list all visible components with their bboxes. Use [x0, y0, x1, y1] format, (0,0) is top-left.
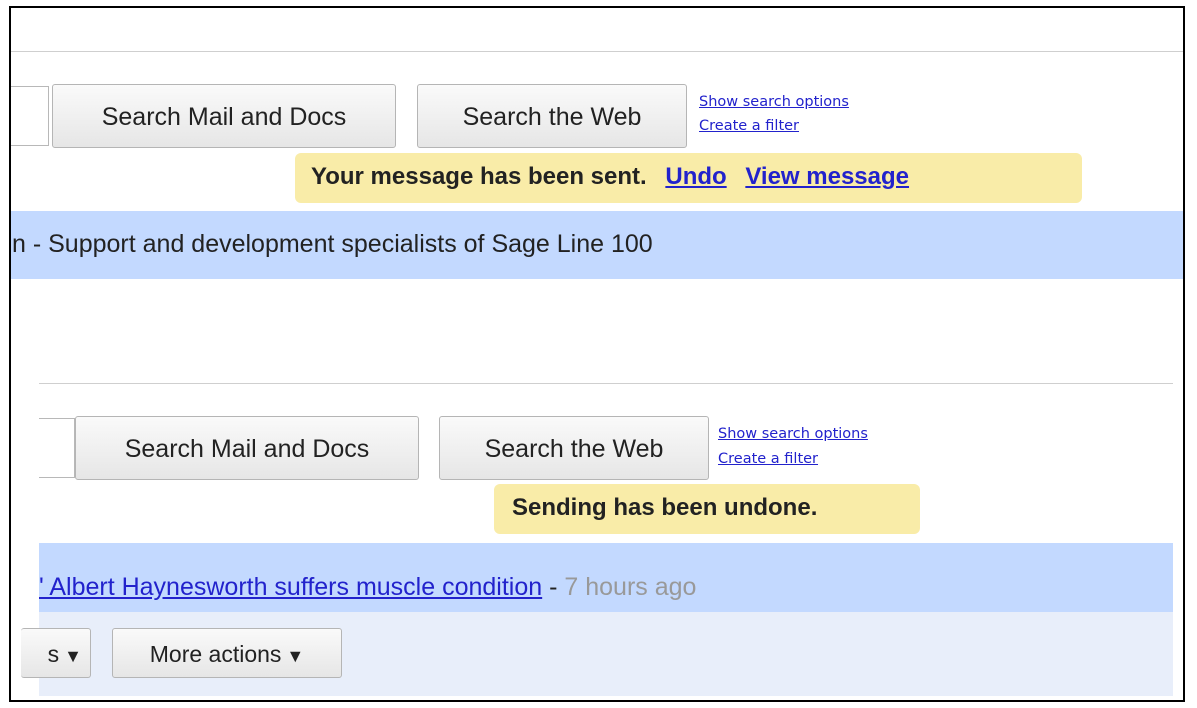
message-row-bottom-text: ' Albert Haynesworth suffers muscle cond…	[39, 573, 696, 602]
bottom-divider	[39, 383, 1173, 384]
screenshot-frame: Search Mail and Docs Search the Web Show…	[9, 6, 1185, 702]
create-filter-link-top[interactable]: Create a filter	[699, 116, 799, 137]
partial-dropdown-label: s	[47, 641, 60, 667]
search-web-button-top[interactable]: Search the Web	[417, 84, 687, 148]
chevron-down-icon: ▼	[286, 646, 305, 666]
undo-link[interactable]: Undo	[665, 163, 726, 190]
search-mail-docs-button-bottom[interactable]: Search Mail and Docs	[75, 416, 419, 480]
sending-undone-text: Sending has been undone.	[512, 494, 818, 521]
show-search-options-link-top[interactable]: Show search options	[699, 92, 849, 113]
more-actions-button[interactable]: More actions ▼	[112, 628, 342, 678]
message-row-top-prefix: n	[12, 230, 26, 258]
partial-dropdown-button[interactable]: s ▼	[21, 628, 91, 678]
view-message-link[interactable]: View message	[745, 163, 909, 190]
search-input-top[interactable]	[11, 86, 49, 146]
more-actions-label: More actions	[149, 641, 282, 667]
message-sent-notice: Your message has been sent. Undo View me…	[295, 153, 1082, 203]
search-input-bottom[interactable]	[39, 418, 75, 478]
message-row-top-snippet: - Support and development specialists of…	[25, 230, 653, 258]
top-divider	[11, 51, 1183, 52]
sending-undone-notice: Sending has been undone.	[494, 484, 920, 534]
search-mail-docs-button-top[interactable]: Search Mail and Docs	[52, 84, 396, 148]
show-search-options-link-bottom[interactable]: Show search options	[718, 424, 868, 445]
message-time: 7 hours ago	[564, 573, 697, 601]
message-separator: -	[542, 573, 565, 601]
chevron-down-icon: ▼	[64, 646, 82, 666]
message-subject-link[interactable]: ' Albert Haynesworth suffers muscle cond…	[39, 573, 542, 601]
message-row-top-text: n - Support and development specialists …	[12, 230, 653, 259]
create-filter-link-bottom[interactable]: Create a filter	[718, 449, 818, 470]
search-web-button-bottom[interactable]: Search the Web	[439, 416, 709, 480]
message-sent-text: Your message has been sent.	[311, 163, 647, 190]
